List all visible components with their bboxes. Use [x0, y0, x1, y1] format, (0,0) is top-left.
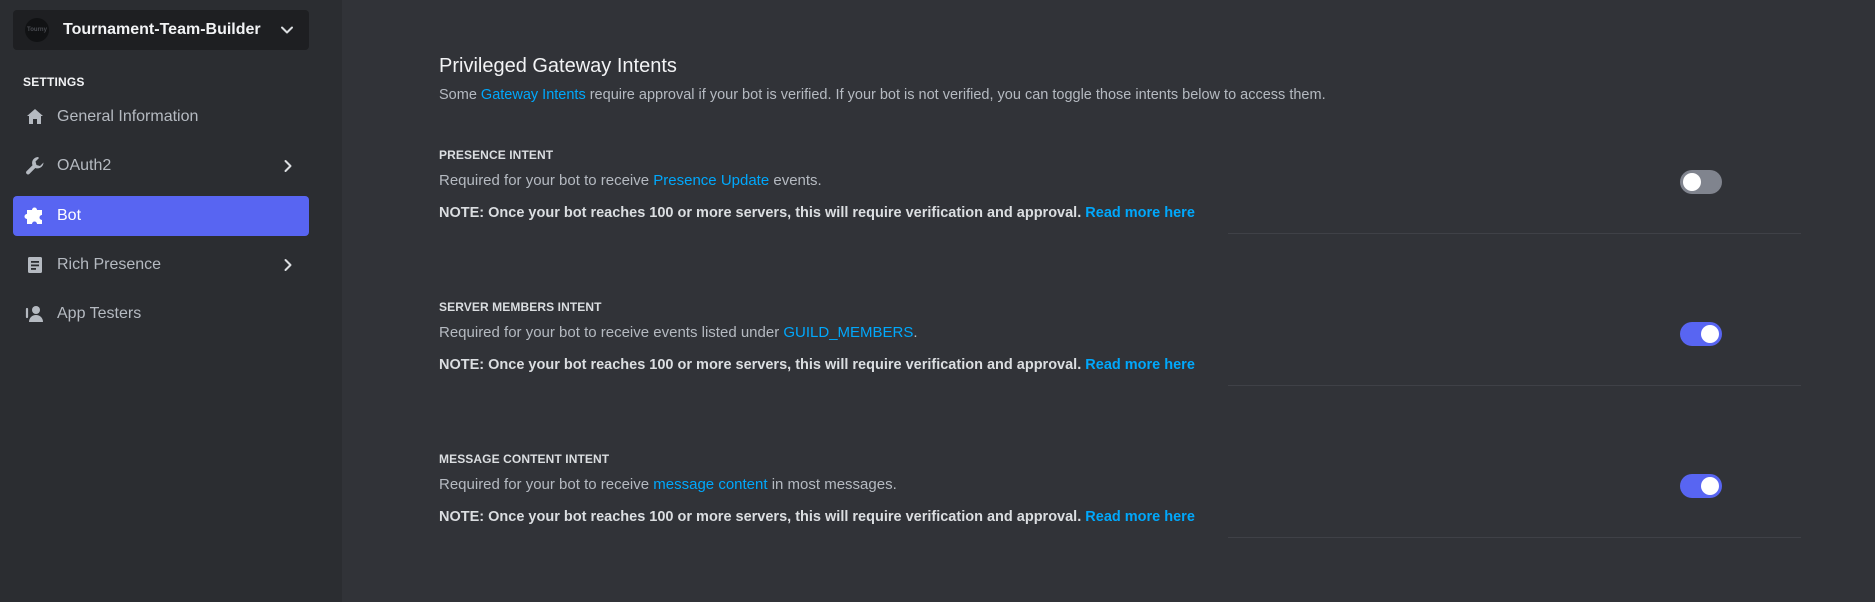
intent-description-text: Required for your bot to receive — [439, 172, 654, 189]
settings-section-label: SETTINGS — [23, 75, 85, 89]
message-content-intent-toggle[interactable] — [1680, 474, 1722, 498]
main-content: Privileged Gateway Intents Some Gateway … — [342, 0, 1875, 602]
intent-note-text: NOTE: Once your bot reaches 100 or more … — [439, 357, 1082, 373]
wrench-icon — [23, 154, 47, 178]
gateway-intents-link[interactable]: Gateway Intents — [481, 87, 586, 103]
subtitle-text: require approval if your bot is verified… — [585, 87, 1326, 103]
toggle-knob — [1701, 477, 1719, 495]
sidebar-item-general-information[interactable]: General Information — [13, 97, 309, 137]
intent-note: NOTE: Once your bot reaches 100 or more … — [439, 205, 1195, 221]
intent-title: MESSAGE CONTENT INTENT — [439, 452, 610, 466]
chevron-right-icon — [277, 254, 299, 276]
chevron-down-icon — [277, 20, 297, 40]
page-subtitle: Some Gateway Intents require approval if… — [439, 87, 1326, 103]
presence-intent-toggle[interactable] — [1680, 170, 1722, 194]
subtitle-text: Some — [439, 87, 481, 103]
page-title: Privileged Gateway Intents — [439, 55, 677, 77]
user-icon — [23, 302, 47, 326]
app-name: Tournament-Team-Builder — [63, 21, 261, 38]
puzzle-icon — [23, 204, 47, 228]
sidebar-item-bot[interactable]: Bot — [13, 196, 309, 236]
intent-description-text: in most messages. — [767, 476, 897, 493]
guild-members-link[interactable]: GUILD_MEMBERS — [783, 324, 913, 341]
intent-note-text: NOTE: Once your bot reaches 100 or more … — [439, 205, 1082, 221]
read-more-link[interactable]: Read more here — [1085, 509, 1195, 525]
intent-description-text: Required for your bot to receive events … — [439, 324, 784, 341]
intent-description-text: events. — [769, 172, 822, 189]
sidebar-item-label: OAuth2 — [57, 157, 112, 174]
app-avatar: Tourny — [25, 18, 49, 42]
presence-intent-section: PRESENCE INTENT Required for your bot to… — [439, 148, 1801, 234]
intent-note: NOTE: Once your bot reaches 100 or more … — [439, 509, 1195, 525]
sidebar-item-rich-presence[interactable]: Rich Presence — [13, 245, 309, 285]
read-more-link[interactable]: Read more here — [1085, 357, 1195, 373]
home-icon — [23, 105, 47, 129]
server-members-intent-toggle[interactable] — [1680, 322, 1722, 346]
read-more-link[interactable]: Read more here — [1085, 205, 1195, 221]
sidebar-item-oauth2[interactable]: OAuth2 — [13, 146, 309, 186]
document-icon — [23, 253, 47, 277]
intent-note-text: NOTE: Once your bot reaches 100 or more … — [439, 509, 1082, 525]
intent-description: Required for your bot to receive message… — [439, 476, 897, 493]
divider — [1228, 385, 1801, 386]
server-members-intent-section: SERVER MEMBERS INTENT Required for your … — [439, 300, 1801, 386]
divider — [1228, 233, 1801, 234]
intent-title: PRESENCE INTENT — [439, 148, 554, 162]
message-content-link[interactable]: message content — [653, 476, 767, 493]
intent-note: NOTE: Once your bot reaches 100 or more … — [439, 357, 1195, 373]
presence-update-link[interactable]: Presence Update — [653, 172, 769, 189]
intent-title: SERVER MEMBERS INTENT — [439, 300, 602, 314]
divider — [1228, 537, 1801, 538]
intent-description: Required for your bot to receive events … — [439, 324, 918, 341]
sidebar-item-label: General Information — [57, 108, 199, 125]
intent-description-text: Required for your bot to receive — [439, 476, 654, 493]
sidebar-item-app-testers[interactable]: App Testers — [13, 294, 309, 334]
sidebar-item-label: App Testers — [57, 305, 142, 322]
toggle-knob — [1701, 325, 1719, 343]
app-selector[interactable]: Tourny Tournament-Team-Builder — [13, 10, 309, 50]
chevron-right-icon — [277, 155, 299, 177]
toggle-knob — [1683, 173, 1701, 191]
sidebar-item-label: Bot — [57, 207, 82, 224]
sidebar-item-label: Rich Presence — [57, 256, 162, 273]
sidebar: Tourny Tournament-Team-Builder SETTINGS … — [0, 0, 342, 602]
intent-description-text: . — [913, 324, 918, 341]
message-content-intent-section: MESSAGE CONTENT INTENT Required for your… — [439, 452, 1801, 538]
intent-description: Required for your bot to receive Presenc… — [439, 172, 822, 189]
